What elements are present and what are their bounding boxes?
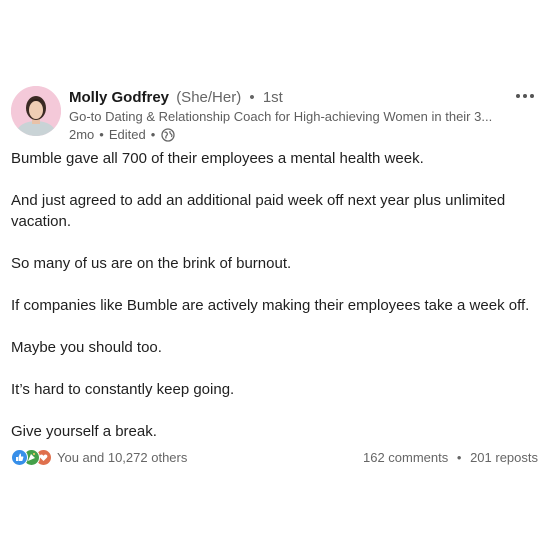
- post-paragraph: If companies like Bumble are actively ma…: [11, 297, 530, 314]
- more-options-button[interactable]: [510, 88, 540, 104]
- author-pronouns: (She/Her): [176, 89, 242, 106]
- reactions-summary[interactable]: You and 10,272 others: [11, 449, 187, 466]
- post-paragraph: And just agreed to add an additional pai…: [11, 192, 506, 230]
- social-counts: You and 10,272 others 162 comments • 201…: [11, 448, 538, 468]
- author-headline: Go-to Dating & Relationship Coach for Hi…: [69, 109, 493, 124]
- author-name-line: Molly Godfrey (She/Her) • 1st: [69, 88, 509, 108]
- reposts-count-link[interactable]: 201 reposts: [470, 450, 538, 465]
- more-dots-icon: [516, 94, 520, 98]
- globe-icon: [161, 128, 175, 142]
- edited-label: Edited: [108, 127, 146, 142]
- like-icon: [11, 449, 28, 466]
- comments-count-link[interactable]: 162 comments: [363, 450, 448, 465]
- post-header: Molly Godfrey (She/Her) • 1st Go-to Dati…: [11, 86, 541, 142]
- post-paragraph: So many of us are on the brink of burnou…: [11, 255, 292, 272]
- author-name[interactable]: Molly Godfrey: [69, 89, 169, 106]
- reaction-icons: [11, 449, 53, 466]
- author-block: Molly Godfrey (She/Her) • 1st Go-to Dati…: [69, 88, 509, 144]
- engagement-counts: 162 comments • 201 reposts: [363, 449, 538, 466]
- post-meta: 2mo • Edited •: [69, 126, 509, 144]
- reactions-count: You and 10,272 others: [57, 450, 188, 465]
- post-paragraph: It’s hard to constantly keep going.: [11, 381, 235, 398]
- post-paragraph: Give yourself a break.: [11, 423, 157, 440]
- post-body: Bumble gave all 700 of their employees a…: [11, 148, 541, 463]
- avatar-image: [11, 86, 61, 136]
- post-paragraph: Bumble gave all 700 of their employees a…: [11, 150, 424, 167]
- avatar[interactable]: [11, 86, 61, 136]
- post-paragraph: Maybe you should too.: [11, 339, 162, 356]
- separator-dot: •: [150, 127, 156, 142]
- separator-dot: •: [99, 127, 104, 142]
- separator-dot: •: [249, 89, 255, 106]
- feed-post: Molly Godfrey (She/Her) • 1st Go-to Dati…: [0, 0, 550, 550]
- post-time[interactable]: 2mo: [69, 126, 94, 144]
- connection-degree: 1st: [262, 89, 283, 106]
- separator-dot: •: [456, 450, 462, 465]
